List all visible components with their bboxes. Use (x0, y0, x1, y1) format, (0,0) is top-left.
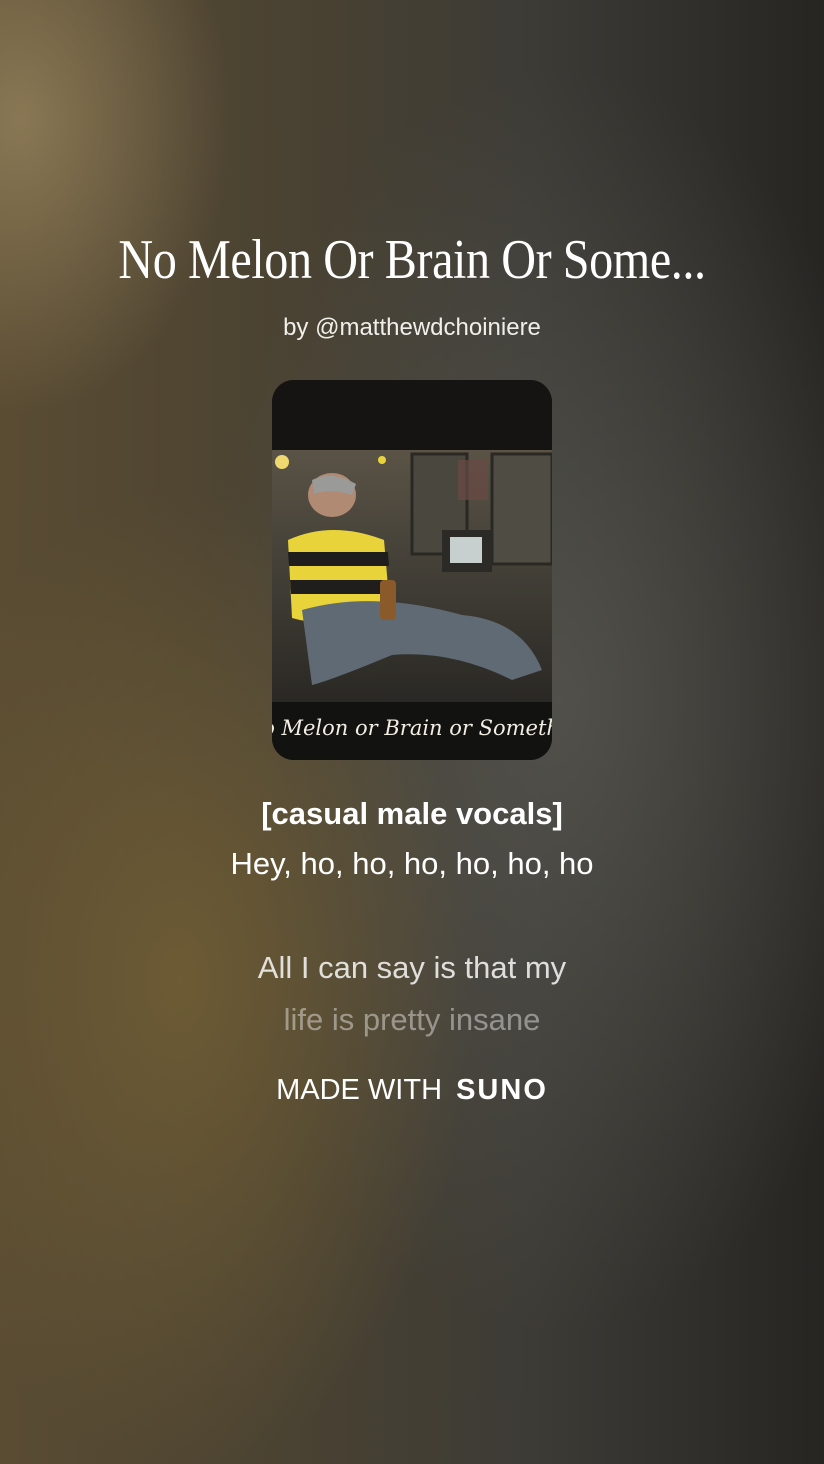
suno-logo: SUNO (456, 1074, 548, 1106)
song-title: No Melon Or Brain Or Some... (118, 229, 706, 291)
cover-art: No Melon or Brain or Somethin (272, 380, 552, 760)
cover-caption: No Melon or Brain or Somethin (272, 716, 552, 740)
share-card: No Melon Or Brain Or Some... by @matthew… (0, 0, 824, 1464)
lyric-line-current: Hey, ho, ho, ho, ho, ho, ho (230, 846, 594, 881)
made-with-label: MADE WITH (276, 1074, 443, 1106)
lyric-line-next: All I can say is that my (257, 950, 567, 985)
lyric-line-upcoming: life is pretty insane (283, 1002, 541, 1037)
artist-byline[interactable]: by @matthewdchoiniere (0, 314, 824, 342)
lyric-line-vocal-tag: [casual male vocals] (261, 796, 563, 831)
made-with-suno[interactable]: MADE WITH SUNO (0, 1074, 824, 1107)
